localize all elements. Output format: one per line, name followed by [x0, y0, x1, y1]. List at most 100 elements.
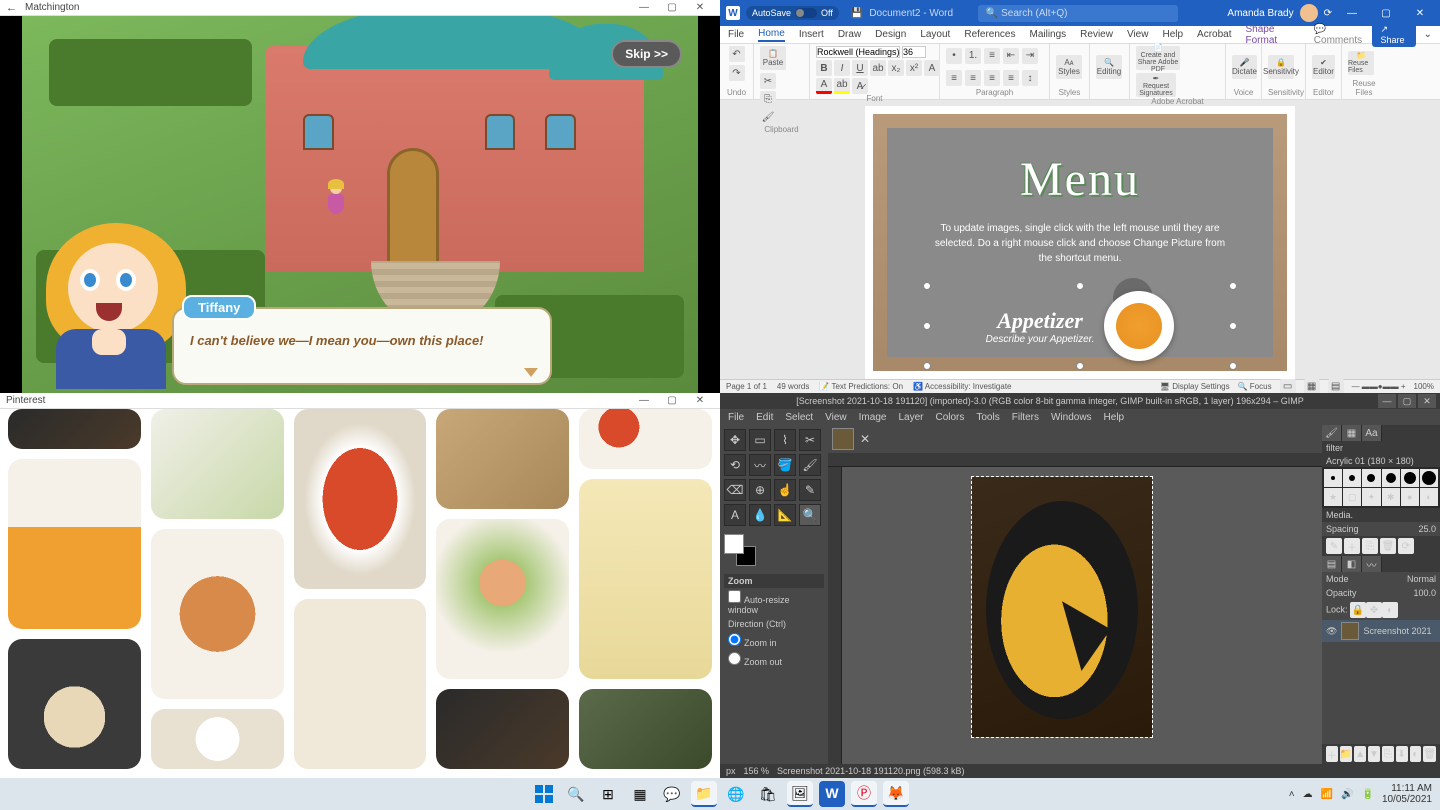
store-icon[interactable]: 🛍	[755, 781, 781, 807]
tab-help[interactable]: Help	[1162, 29, 1183, 40]
maximize-button[interactable]: ▢	[1372, 5, 1400, 21]
pin-item[interactable]	[436, 689, 569, 769]
brush-new-icon[interactable]: ＋	[1344, 538, 1360, 554]
chat-icon[interactable]: 💬	[659, 781, 685, 807]
minimize-button[interactable]: —	[1338, 5, 1366, 21]
pin-item[interactable]	[151, 709, 284, 769]
pinterest-titlebar[interactable]: Pinterest — ▢ ✕	[0, 393, 720, 409]
lock-alpha-icon[interactable]: ◐	[1382, 602, 1398, 618]
task-view-icon[interactable]: ⊞	[595, 781, 621, 807]
menu-edit[interactable]: Edit	[756, 412, 773, 423]
align-right-icon[interactable]: ≡	[984, 70, 1000, 86]
lock-pixels-icon[interactable]: 🔒	[1350, 602, 1366, 618]
image-content[interactable]	[972, 477, 1152, 737]
redo-icon[interactable]: ↷	[729, 65, 745, 81]
tab-draw[interactable]: Draw	[838, 29, 861, 40]
brush-preset[interactable]: ✦	[1362, 488, 1380, 506]
tab-references[interactable]: References	[964, 29, 1015, 40]
sync-icon[interactable]: ⟳	[1324, 8, 1332, 19]
brush-preset[interactable]: ◐	[1420, 488, 1438, 506]
tab-mailings[interactable]: Mailings	[1029, 29, 1066, 40]
widgets-icon[interactable]: ▦	[627, 781, 653, 807]
layer-dup-icon[interactable]: ⎘	[1382, 746, 1394, 762]
zoom-tool[interactable]: 🔍	[799, 504, 821, 526]
menu-help[interactable]: Help	[1104, 412, 1125, 423]
underline-icon[interactable]: U	[852, 60, 868, 76]
move-tool[interactable]: ✥	[724, 429, 746, 451]
back-icon[interactable]: ←	[6, 2, 17, 14]
explorer-icon[interactable]: 📁	[691, 781, 717, 807]
pin-item[interactable]	[151, 529, 284, 699]
close-button[interactable]: ✕	[1406, 5, 1434, 21]
justify-icon[interactable]: ≡	[1003, 70, 1019, 86]
multilevel-icon[interactable]: ≡	[984, 48, 1000, 64]
layer-down-icon[interactable]: ▼	[1368, 746, 1380, 762]
onedrive-icon[interactable]: ☁	[1303, 789, 1313, 800]
maximize-button[interactable]: ▢	[658, 393, 686, 409]
cut-icon[interactable]: ✂	[760, 73, 776, 89]
lock-pos-icon[interactable]: ✥	[1366, 602, 1382, 618]
reuse-files-button[interactable]: 📁Reuse Files	[1348, 51, 1374, 75]
unit-select[interactable]: px	[726, 766, 736, 776]
dialog-next-icon[interactable]	[524, 368, 538, 377]
minimize-button[interactable]: —	[630, 0, 658, 16]
tab-file[interactable]: File	[728, 29, 744, 40]
zoom-percent[interactable]: 100%	[1414, 382, 1434, 391]
brush-preset[interactable]	[1362, 469, 1380, 487]
pin-item[interactable]	[436, 409, 569, 509]
canvas[interactable]	[842, 467, 1322, 764]
appetizer-image[interactable]	[1104, 291, 1174, 361]
highlight-icon[interactable]: ab	[834, 78, 850, 94]
pin-item[interactable]	[579, 689, 712, 769]
close-button[interactable]: ✕	[686, 0, 714, 16]
indent-inc-icon[interactable]: ⇥	[1022, 48, 1038, 64]
tab-review[interactable]: Review	[1080, 29, 1113, 40]
picker-tool[interactable]: 💧	[749, 504, 771, 526]
ribbon-options-icon[interactable]: ⌄	[1424, 29, 1432, 40]
tab-view[interactable]: View	[1127, 29, 1149, 40]
volume-icon[interactable]: 🔊	[1341, 789, 1353, 800]
layer-row[interactable]: 👁 Screenshot 2021	[1322, 620, 1440, 642]
battery-icon[interactable]: 🔋	[1361, 789, 1373, 800]
menu-colors[interactable]: Colors	[935, 412, 964, 423]
layers-tab-icon[interactable]: ▤	[1322, 556, 1342, 572]
request-signatures-button[interactable]: ✒Request Signatures	[1136, 73, 1176, 97]
layer-del-icon[interactable]: 🗑	[1423, 746, 1436, 762]
brush-preset[interactable]	[1343, 469, 1361, 487]
tab-insert[interactable]: Insert	[799, 29, 824, 40]
font-size-input[interactable]	[902, 46, 926, 58]
clone-tool[interactable]: ⊕	[749, 479, 771, 501]
transform-tool[interactable]: ⟲	[724, 454, 746, 476]
close-button[interactable]: ✕	[1418, 394, 1436, 408]
warp-tool[interactable]: 〰	[749, 454, 771, 476]
text-predictions[interactable]: 📝 Text Predictions: On	[819, 382, 903, 391]
color-swatch[interactable]	[724, 534, 756, 566]
layer-mask-icon[interactable]: ◐	[1410, 746, 1422, 762]
pin-item[interactable]	[8, 409, 141, 449]
auto-resize-checkbox[interactable]: Auto-resize window	[724, 588, 824, 617]
pin-item[interactable]	[8, 639, 141, 769]
clock[interactable]: 11:11 AM 10/05/2021	[1382, 783, 1432, 805]
superscript-icon[interactable]: x²	[906, 60, 922, 76]
pin-item[interactable]	[151, 409, 284, 519]
maximize-button[interactable]: ▢	[1398, 394, 1416, 408]
brush-preset[interactable]	[1420, 469, 1438, 487]
brush-refresh-icon[interactable]: ⟳	[1398, 538, 1414, 554]
path-tool[interactable]: ✎	[799, 479, 821, 501]
create-pdf-button[interactable]: 📄Create and Share Adobe PDF	[1136, 46, 1180, 70]
accessibility-check[interactable]: ♿ Accessibility: Investigate	[913, 382, 1011, 391]
zoom-select[interactable]: 156 %	[744, 766, 770, 776]
layer-name[interactable]: Screenshot 2021	[1363, 626, 1431, 636]
autosave-toggle[interactable]: AutoSave Off	[746, 6, 839, 20]
zoom-slider[interactable]: — ▬▬●▬▬ +	[1352, 382, 1406, 391]
menu-shape[interactable]: Menu To update images, single click with…	[873, 114, 1287, 371]
word-count[interactable]: 49 words	[777, 382, 809, 391]
brush-preset[interactable]	[1382, 469, 1400, 487]
brush-tool[interactable]: 🖌	[799, 454, 821, 476]
skip-button[interactable]: Skip >>	[611, 40, 682, 68]
text-effects-icon[interactable]: A	[924, 60, 940, 76]
brush-preset[interactable]	[1324, 469, 1342, 487]
tab-shape-format[interactable]: Shape Format	[1246, 24, 1300, 46]
gimp-titlebar[interactable]: [Screenshot 2021-10-18 191120] (imported…	[720, 393, 1440, 409]
brush-edit-icon[interactable]: ✎	[1326, 538, 1342, 554]
